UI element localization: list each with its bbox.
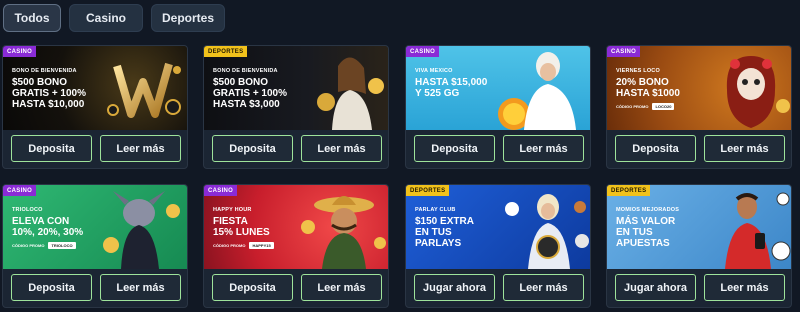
promo-headline: FIESTA 15% LUNES [213,216,270,238]
cartoon-dog-icon [103,191,180,269]
tab-casino[interactable]: Casino [69,4,143,32]
promo-banner[interactable]: DEPORTES PARLAY CLUB $150 EXTRA EN TUS P… [406,185,590,269]
category-tag: CASINO [204,185,238,196]
category-tag: CASINO [3,185,37,196]
promo-eyebrow: PARLAY CLUB [415,207,456,213]
promo-eyebrow: VIVA MEXICO [415,68,453,74]
promo-eyebrow: BONO DE BIENVENIDA [213,68,278,74]
promo-card: CASINO VIERNES LOCO 20% BONO HASTA $1000… [606,45,792,169]
leer-mas-button[interactable]: Leer más [301,274,382,301]
promo-banner[interactable]: CASINO VIVA MEXICO HASTA $15,000 Y 525 G… [406,46,590,130]
jugar-ahora-button[interactable]: Jugar ahora [414,274,495,301]
promo-banner[interactable]: DEPORTES BONO DE BIENVENIDA $500 BONO GR… [204,46,388,130]
soccer-player-icon [725,192,791,269]
leer-mas-button[interactable]: Leer más [100,135,181,162]
deposita-button[interactable]: Deposita [11,274,92,301]
promo-headline: $500 BONO GRATIS + 100% HASTA $3,000 [213,77,288,110]
card-actions: Deposita Leer más [414,135,584,162]
card-actions: Deposita Leer más [212,135,382,162]
promo-eyebrow: BONO DE BIENVENIDA [12,68,77,74]
promo-banner[interactable]: CASINO BONO DE BIENVENIDA $500 BONO GRAT… [3,46,187,130]
promo-card: CASINO HAPPY HOUR FIESTA 15% LUNES CÓDIG… [203,184,389,308]
leer-mas-button[interactable]: Leer más [503,274,584,301]
promo-eyebrow: TRIOLOCO [12,207,43,213]
promo-banner[interactable]: CASINO TRIOLOCO ELEVA CON 10%, 20%, 30% … [3,185,187,269]
filter-tabs: Todos Casino Deportes [3,4,225,32]
deposita-button[interactable]: Deposita [615,135,696,162]
tab-todos[interactable]: Todos [3,4,61,32]
card-actions: Jugar ahora Leer más [414,274,584,301]
leer-mas-button[interactable]: Leer más [100,274,181,301]
mariachi-character-icon [301,196,386,269]
leer-mas-button[interactable]: Leer más [704,274,785,301]
promo-code: TRIOLOCO [48,242,76,249]
leer-mas-button[interactable]: Leer más [704,135,785,162]
tab-deportes[interactable]: Deportes [151,4,225,32]
category-tag: CASINO [3,46,37,57]
promo-card: DEPORTES PARLAY CLUB $150 EXTRA EN TUS P… [405,184,591,308]
promo-banner[interactable]: DEPORTES MOMIOS MEJORADOS MÁS VALOR EN T… [607,185,791,269]
promo-card: CASINO VIVA MEXICO HASTA $15,000 Y 525 G… [405,45,591,169]
promo-headline: ELEVA CON 10%, 20%, 30% [12,216,84,238]
code-label: CÓDIGO PROMO [12,243,45,248]
woman-with-sun-icon [498,52,576,130]
deposita-button[interactable]: Deposita [11,135,92,162]
woman-with-trophy-icon [317,57,384,130]
category-tag: DEPORTES [406,185,450,196]
promo-card: DEPORTES MOMIOS MEJORADOS MÁS VALOR EN T… [606,184,792,308]
card-actions: Deposita Leer más [11,274,181,301]
promo-eyebrow: MOMIOS MEJORADOS [616,207,680,213]
card-actions: Deposita Leer más [615,135,785,162]
woman-with-balls-icon [505,194,589,269]
card-actions: Deposita Leer más [11,135,181,162]
card-actions: Jugar ahora Leer más [615,274,785,301]
promo-code: LOCO20 [652,103,675,110]
card-actions: Deposita Leer más [212,274,382,301]
category-tag: CASINO [406,46,440,57]
jugar-ahora-button[interactable]: Jugar ahora [615,274,696,301]
deposita-button[interactable]: Deposita [212,135,293,162]
leer-mas-button[interactable]: Leer más [503,135,584,162]
deposita-button[interactable]: Deposita [212,274,293,301]
leer-mas-button[interactable]: Leer más [301,135,382,162]
promo-headline: $150 EXTRA EN TUS PARLAYS [415,216,474,249]
promo-headline: 20% BONO HASTA $1000 [616,77,680,99]
deposita-button[interactable]: Deposita [414,135,495,162]
promo-card: CASINO BONO DE BIENVENIDA $500 BONO GRAT… [2,45,188,169]
promo-headline: MÁS VALOR EN TUS APUESTAS [616,216,676,249]
category-tag: DEPORTES [607,185,651,196]
promo-headline: $500 BONO GRATIS + 100% HASTA $10,000 [12,77,87,110]
promo-banner[interactable]: CASINO HAPPY HOUR FIESTA 15% LUNES CÓDIG… [204,185,388,269]
category-tag: CASINO [607,46,641,57]
promo-headline: HASTA $15,000 Y 525 GG [415,77,488,99]
promo-code: HAPPY15 [249,242,274,249]
promo-banner[interactable]: CASINO VIERNES LOCO 20% BONO HASTA $1000… [607,46,791,130]
promo-eyebrow: VIERNES LOCO [616,68,660,74]
promo-card: CASINO TRIOLOCO ELEVA CON 10%, 20%, 30% … [2,184,188,308]
category-tag: DEPORTES [204,46,248,57]
promo-card: DEPORTES BONO DE BIENVENIDA $500 BONO GR… [203,45,389,169]
promo-eyebrow: HAPPY HOUR [213,207,252,213]
catrina-icon [726,56,790,128]
gold-w-emblem-icon [107,62,181,118]
code-label: CÓDIGO PROMO [213,243,246,248]
code-label: CÓDIGO PROMO [616,104,649,109]
